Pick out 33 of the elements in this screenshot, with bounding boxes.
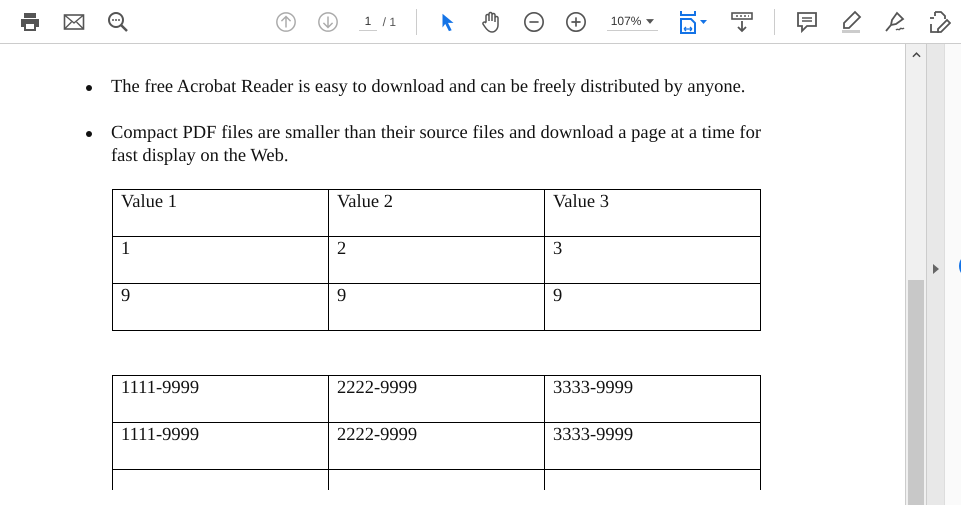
bullet-icon — [86, 85, 92, 91]
caret-icon — [646, 18, 654, 24]
table-cell: 9 — [553, 286, 562, 306]
scroll-up-icon[interactable] — [912, 52, 920, 58]
table-cell: 2222-9999 — [337, 425, 418, 445]
table-cell: 1 — [121, 239, 130, 259]
table-cell: 1111-9999 — [121, 378, 200, 398]
bullet-icon — [86, 131, 92, 137]
table-cell: Value 1 — [121, 192, 177, 212]
pen-signature-icon[interactable] — [882, 10, 907, 34]
scrollbar-thumb[interactable] — [908, 280, 924, 505]
zoom-dropdown[interactable]: 107% — [606, 12, 658, 31]
expand-arrow-icon[interactable] — [932, 264, 938, 274]
page-total: / 1 — [382, 14, 396, 28]
comment-icon[interactable] — [794, 10, 819, 34]
table-cell: 9 — [121, 286, 130, 306]
search-icon[interactable] — [106, 10, 130, 34]
table-cell: 9 — [337, 286, 346, 306]
scrollbar[interactable] — [905, 44, 926, 505]
table-cell: 3 — [553, 239, 562, 259]
scroll-mode-icon[interactable] — [730, 10, 754, 34]
table-cell: 2222-9999 — [337, 378, 418, 398]
bullet-text: The free Acrobat Reader is easy to download and can be freely distributed by anyone. — [111, 76, 746, 99]
zoom-out-icon[interactable] — [522, 10, 545, 32]
table-cell: 1111-9999 — [121, 425, 200, 445]
page-number-field[interactable]: 1 — [359, 12, 377, 31]
table-cell: Value 3 — [553, 192, 609, 212]
table-cell: 3333-9999 — [553, 425, 634, 445]
table-cell: Value 2 — [337, 192, 393, 212]
table-cell: 2 — [337, 239, 346, 259]
table-cell: 3333-9999 — [553, 378, 634, 398]
bullet-text: Compact PDF files are smaller than their source files and download a page at a time for fast display on the Web. — [111, 122, 761, 168]
zoom-in-icon[interactable] — [564, 10, 587, 32]
